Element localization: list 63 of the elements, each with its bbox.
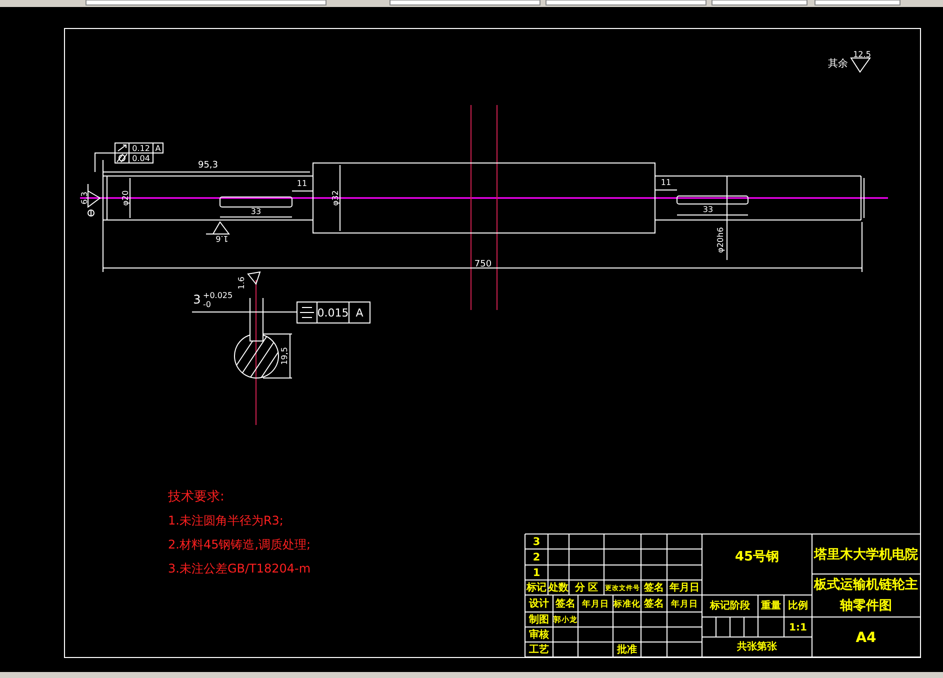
- table-header: 处数: [548, 582, 568, 594]
- datum-label: A: [356, 306, 364, 320]
- revision-number: 3: [532, 536, 540, 548]
- surface-roughness-icon: [88, 184, 101, 208]
- surface-roughness-icon: [206, 221, 230, 234]
- dimension-label: φ20h6: [716, 227, 726, 253]
- dimension-label: 3: [193, 292, 201, 306]
- leader-line: [94, 152, 116, 172]
- dimension-label: 95,3: [198, 160, 218, 170]
- table-header: 设计: [529, 598, 549, 610]
- dimension-label: φ32: [331, 190, 340, 206]
- dimension-label: 11: [660, 178, 672, 188]
- material-label: 45号钢: [734, 550, 780, 565]
- dimension-label: 33: [702, 205, 714, 214]
- dimension-label: 33: [250, 207, 262, 216]
- table-header: 标准化: [614, 599, 640, 610]
- datum-label: A: [155, 144, 161, 154]
- surface-finish-label: 其余: [828, 58, 848, 70]
- roughness-value: 12.5: [853, 50, 871, 60]
- table-header: 年月日: [670, 582, 700, 594]
- table-header: 签名: [556, 598, 576, 610]
- dimension-label: 19,5: [280, 347, 290, 365]
- revision-number: 2: [532, 551, 540, 564]
- surface-roughness-icon: [850, 58, 871, 73]
- surface-roughness-icon: [247, 271, 261, 286]
- table-header: 标记阶段: [710, 600, 750, 612]
- drawing-title: 板式运输机链轮主: [814, 578, 918, 593]
- sheet-info: 共张第张: [737, 642, 777, 653]
- tolerance-value: 0.12: [132, 144, 150, 154]
- technical-note: 1.未注圆角半径为R3;: [168, 513, 284, 528]
- table-header: 比例: [788, 600, 808, 612]
- tolerance-value: 0.015: [317, 306, 349, 320]
- technical-note: 2.材料45钢铸造,调质处理;: [168, 537, 311, 552]
- scale-value: 1:1: [789, 622, 807, 634]
- datum-marker-icon: [88, 210, 94, 216]
- technical-note: 3.未注公差GB/T18204-m: [168, 561, 311, 576]
- role-label: 制图: [529, 614, 549, 626]
- paper-size: A4: [856, 630, 876, 646]
- roughness-value: 1.6: [216, 234, 228, 243]
- table-header: 分 区: [574, 582, 598, 594]
- table-header: 签名: [644, 598, 664, 610]
- dimension-label: φ20: [121, 190, 130, 206]
- tolerance-deviation: +0.025: [203, 291, 233, 300]
- drawing-title: 轴零件图: [840, 598, 892, 614]
- table-header: 年月日: [582, 599, 609, 610]
- revision-number: 1: [532, 566, 540, 579]
- table-header: 标记: [526, 582, 546, 594]
- tolerance-frame: [114, 142, 164, 154]
- tolerance-deviation: -0: [203, 300, 211, 310]
- dimension-label: 11: [296, 179, 308, 188]
- roughness-value: 6.3: [80, 192, 90, 204]
- role-label: 批准: [617, 644, 637, 656]
- table-header: 重量: [761, 600, 781, 612]
- table-header: 签名: [644, 582, 664, 594]
- notes-title: 技术要求:: [168, 490, 224, 505]
- shaft-cross-section-drawing: [234, 334, 279, 379]
- tolerance-value: 0.04: [132, 154, 150, 164]
- roughness-value: 1.6: [237, 276, 246, 290]
- school-name: 塔里木大学机电院: [814, 548, 918, 563]
- table-header: 年月日: [671, 599, 698, 610]
- role-label: 审核: [529, 630, 549, 641]
- dimension-label: 750: [474, 259, 492, 270]
- role-label: 工艺: [529, 644, 549, 656]
